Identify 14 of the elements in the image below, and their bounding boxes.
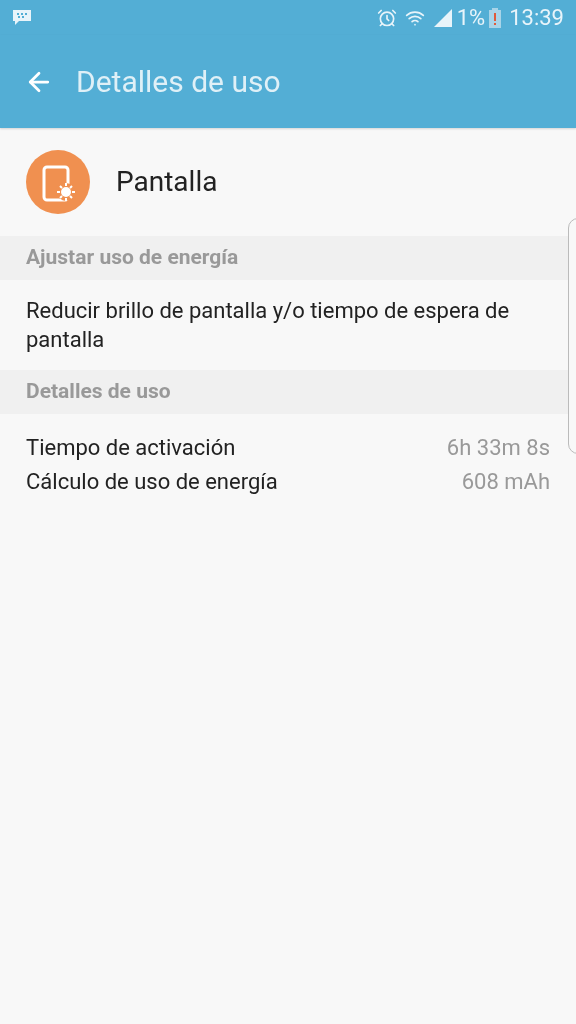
- list-item[interactable]: Reducir brillo de pantalla y/o tiempo de espera de pantalla: [0, 280, 564, 370]
- detail-value: 6h 33m 8s: [446, 433, 550, 462]
- clock: 13:39: [509, 4, 564, 32]
- app-name: Pantalla: [116, 164, 218, 200]
- detail-value: 608 mAh: [461, 467, 550, 496]
- battery-icon: [489, 7, 502, 28]
- screen-title: Detalles de uso: [76, 63, 281, 101]
- signal-icon: [432, 8, 453, 27]
- detail-label: Cálculo de uso de energía: [26, 467, 278, 496]
- phone-brightness-icon: [26, 150, 90, 214]
- alarm-icon: [376, 7, 397, 28]
- battery-percent: 1%: [456, 4, 486, 32]
- chat-icon: [12, 8, 32, 27]
- detail-label: Tiempo de activación: [26, 433, 236, 462]
